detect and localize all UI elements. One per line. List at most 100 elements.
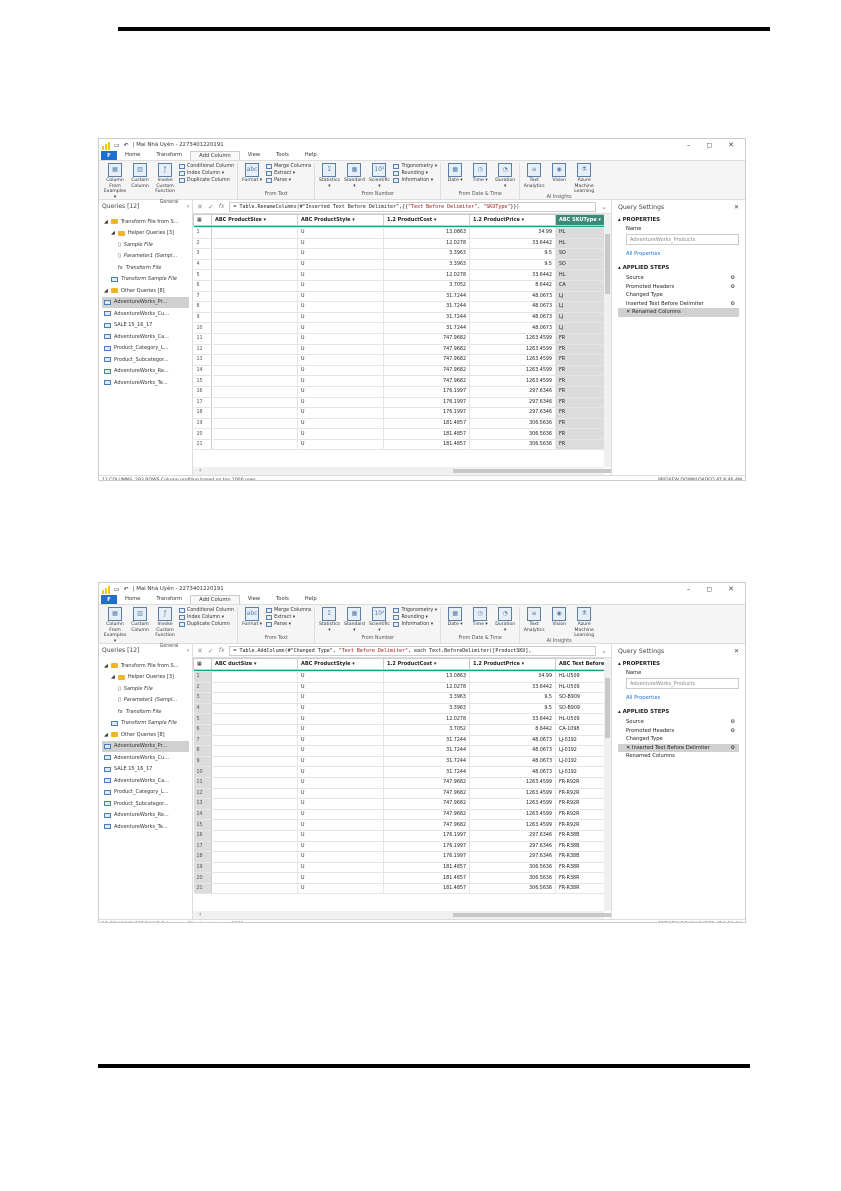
gear-icon[interactable]: ⚙ (730, 300, 735, 309)
table-cell[interactable] (211, 756, 298, 768)
table-cell[interactable]: U (297, 713, 384, 725)
row-number[interactable]: 1 (193, 227, 212, 239)
table-cell[interactable]: U (297, 269, 384, 281)
applied-step[interactable]: Changed Type (618, 735, 739, 744)
scientific-button[interactable]: 10² Scientific ▾ (368, 607, 390, 633)
query-item[interactable]: AdventureWorks_Te... (102, 377, 189, 389)
query-item[interactable]: AdventureWorks_Ca... (102, 331, 189, 343)
table-cell[interactable]: FR-R38B (555, 830, 611, 842)
table-cell[interactable]: 9.5 (469, 703, 556, 715)
table-cell[interactable]: SO-B909 (555, 703, 611, 715)
table-cell[interactable] (211, 830, 298, 842)
row-number[interactable]: 10 (193, 322, 212, 334)
table-cell[interactable]: 12.0278 (383, 682, 470, 694)
table-cell[interactable]: FR (555, 428, 611, 440)
row-number[interactable]: 4 (193, 703, 212, 715)
row-number[interactable]: 18 (193, 851, 212, 863)
table-cell[interactable] (211, 819, 298, 831)
column-header[interactable]: ABC SKUType ▾ (555, 214, 611, 226)
query-item[interactable]: Product_Subcategor... (102, 354, 189, 366)
table-cell[interactable]: FR (555, 386, 611, 398)
table-cell[interactable] (211, 692, 298, 704)
table-cell[interactable]: U (297, 280, 384, 292)
tab-help[interactable]: Help (297, 151, 325, 160)
table-cell[interactable] (211, 883, 298, 895)
table-cell[interactable] (211, 248, 298, 260)
table-cell[interactable] (211, 439, 298, 451)
row-number[interactable]: 5 (193, 713, 212, 725)
query-item[interactable]: AdventureWorks_Ca... (102, 775, 189, 787)
query-item[interactable]: fx Transform File (102, 706, 189, 718)
table-cell[interactable]: U (297, 703, 384, 715)
table-cell[interactable]: SO (555, 248, 611, 260)
tab-add-column[interactable]: Add Column (190, 595, 240, 604)
query-item[interactable]: ◢ Other Queries [8] (102, 285, 189, 297)
table-cell[interactable]: 1263.4599 (469, 788, 556, 800)
table-cell[interactable] (211, 301, 298, 313)
table-cell[interactable]: 306.5636 (469, 862, 556, 874)
query-item[interactable]: Transform Sample File (102, 718, 189, 730)
query-item[interactable]: SALE 15_16_17 (102, 320, 189, 332)
table-cell[interactable]: 181.4857 (383, 418, 470, 430)
table-cell[interactable]: 31.7244 (383, 301, 470, 313)
trigonometry-button[interactable]: Trigonometry ▾ (393, 608, 437, 613)
table-cell[interactable]: 48.0673 (469, 756, 556, 768)
table-cell[interactable]: LJ (555, 312, 611, 324)
table-cell[interactable]: U (297, 819, 384, 831)
table-cell[interactable] (211, 851, 298, 863)
table-cell[interactable]: 747.9682 (383, 819, 470, 831)
table-cell[interactable]: 306.5636 (469, 418, 556, 430)
table-cell[interactable]: FR (555, 375, 611, 387)
table-cell[interactable]: FR-R38R (555, 862, 611, 874)
table-cell[interactable]: U (297, 301, 384, 313)
table-cell[interactable]: 1263.4599 (469, 777, 556, 789)
table-cell[interactable]: 297.6346 (469, 397, 556, 409)
table-cell[interactable]: HL-U509 (555, 713, 611, 725)
query-item[interactable]: ▯ Sample File (102, 683, 189, 695)
row-number[interactable]: 12 (193, 344, 212, 356)
table-cell[interactable]: FR-R92R (555, 809, 611, 821)
table-cell[interactable]: 31.7244 (383, 291, 470, 303)
column-type-icon[interactable]: ABC (215, 217, 228, 223)
table-cell[interactable]: 3.3963 (383, 259, 470, 271)
information-button[interactable]: Information ▾ (393, 178, 437, 183)
table-cell[interactable]: U (297, 766, 384, 778)
row-number[interactable]: 20 (193, 428, 212, 440)
table-cell[interactable] (211, 745, 298, 757)
column-filter-icon[interactable]: ▾ (432, 217, 437, 223)
tab-tools[interactable]: Tools (268, 151, 297, 160)
vision-button[interactable]: ◉ Vision (548, 607, 570, 628)
duration-button[interactable]: ◔ Duration ▾ (494, 607, 516, 633)
table-cell[interactable]: 297.6346 (469, 386, 556, 398)
query-item[interactable]: ◢ Helper Queries [3] (102, 228, 189, 240)
table-cell[interactable]: 181.4857 (383, 872, 470, 884)
duration-button[interactable]: ◔ Duration ▾ (494, 163, 516, 189)
table-cell[interactable]: 747.9682 (383, 365, 470, 377)
table-cell[interactable] (211, 354, 298, 366)
table-cell[interactable]: 747.9682 (383, 354, 470, 366)
save-icon[interactable]: ▭ (114, 142, 120, 149)
table-cell[interactable]: 33.6442 (469, 269, 556, 281)
table-cell[interactable]: 176.1997 (383, 830, 470, 842)
table-cell[interactable]: 306.5636 (469, 428, 556, 440)
table-cell[interactable]: U (297, 439, 384, 451)
vision-button[interactable]: ◉ Vision (548, 163, 570, 184)
query-item[interactable]: ◢ Helper Queries [3] (102, 672, 189, 684)
table-cell[interactable] (211, 386, 298, 398)
table-cell[interactable]: U (297, 724, 384, 736)
table-cell[interactable]: U (297, 777, 384, 789)
vertical-scrollbar[interactable] (604, 658, 611, 911)
column-filter-icon[interactable]: ▾ (432, 661, 437, 667)
table-cell[interactable]: U (297, 883, 384, 895)
table-cell[interactable] (211, 312, 298, 324)
tab-view[interactable]: View (240, 151, 268, 160)
table-cell[interactable]: 176.1997 (383, 841, 470, 853)
table-cell[interactable]: U (297, 735, 384, 747)
table-cell[interactable]: 33.6442 (469, 713, 556, 725)
row-number[interactable]: 9 (193, 756, 212, 768)
close-icon[interactable]: ✕ (728, 585, 734, 593)
row-number[interactable]: 2 (193, 682, 212, 694)
row-number[interactable]: 16 (193, 830, 212, 842)
table-cell[interactable]: U (297, 756, 384, 768)
table-cell[interactable] (211, 671, 298, 683)
